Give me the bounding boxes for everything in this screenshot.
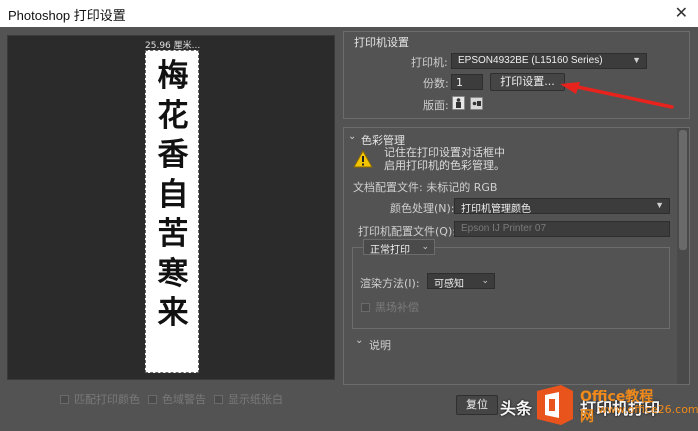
printer-label: 打印机: xyxy=(411,56,448,69)
copies-input[interactable]: 1 xyxy=(451,74,483,90)
warning-message: 记住在打印设置对话框中 启用打印机的色彩管理。 xyxy=(384,146,505,172)
close-icon[interactable]: ✕ xyxy=(675,3,688,22)
scrollbar-thumb[interactable] xyxy=(679,130,687,250)
checkbox-box[interactable] xyxy=(361,302,370,312)
office-logo-icon xyxy=(537,385,573,425)
checkbox-label: 色域警告 xyxy=(162,393,206,406)
rendering-intent-label: 渲染方法(I): xyxy=(360,277,420,290)
print-dialog: 25.96 厘米... 梅 花 香 自 苦 寒 来 匹配打印颜色 色域警告 显示… xyxy=(0,27,698,431)
warning-icon xyxy=(353,150,373,168)
checkbox-label: 黑场补偿 xyxy=(375,301,419,314)
print-mode-select[interactable]: 正常打印 ⌄ xyxy=(363,239,435,256)
chevron-down-icon: ⌄ xyxy=(481,275,489,285)
rendering-intent-value: 可感知 xyxy=(434,279,464,290)
window-title: Photoshop 打印设置 xyxy=(8,8,126,23)
color-handling-label: 颜色处理(N): xyxy=(390,202,455,215)
warning-line: 记住在打印设置对话框中 xyxy=(384,146,505,159)
rendering-intent-select[interactable]: 可感知 ⌄ xyxy=(427,273,495,290)
print-preview: 25.96 厘米... 梅 花 香 自 苦 寒 来 xyxy=(7,35,335,380)
warning-line: 启用打印机的色彩管理。 xyxy=(384,159,505,172)
calligraphy-char: 香 xyxy=(157,137,189,173)
calligraphy-char: 来 xyxy=(157,295,189,331)
chevron-down-icon: ▼ xyxy=(655,200,664,210)
document-profile: 文档配置文件: 未标记的 RGB xyxy=(353,181,498,194)
printer-profile-label: 打印机配置文件(Q): xyxy=(358,225,456,238)
calligraphy-char: 自 xyxy=(157,176,189,213)
checkbox-box[interactable] xyxy=(214,394,223,404)
color-handling-value: 打印机管理颜色 xyxy=(461,204,531,215)
reset-button[interactable]: 复位 xyxy=(456,395,498,415)
section-title: 打印机设置 xyxy=(354,36,409,49)
portrait-icon[interactable] xyxy=(452,96,465,110)
watermark-domain: www.office26.com xyxy=(598,403,698,416)
printer-select[interactable]: EPSON4932BE (L15160 Series) ▼ xyxy=(451,53,647,69)
calligraphy-text: 梅 花 香 自 苦 寒 来 xyxy=(146,57,200,334)
chevron-down-icon: ⌄ xyxy=(421,241,429,251)
calligraphy-char: 梅 xyxy=(157,58,189,94)
printer-select-value: EPSON4932BE (L15160 Series) xyxy=(458,55,603,66)
copies-label: 份数: xyxy=(423,77,449,90)
color-handling-select[interactable]: 打印机管理颜色 ▼ xyxy=(454,198,670,215)
layout-label: 版面: xyxy=(423,99,449,112)
scrollbar[interactable] xyxy=(677,128,689,384)
chevron-down-icon: ▼ xyxy=(632,55,641,65)
checkbox-label: 匹配打印颜色 xyxy=(74,393,140,406)
paper-preview: 梅 花 香 自 苦 寒 来 xyxy=(145,50,199,373)
watermark-prefix: 头条 xyxy=(500,399,533,418)
landscape-icon[interactable] xyxy=(470,97,483,110)
show-paper-white-checkbox[interactable]: 显示纸张白 xyxy=(214,391,283,407)
printer-profile-select[interactable]: Epson IJ Printer 07 xyxy=(454,221,670,237)
red-annotation-arrow xyxy=(560,82,674,109)
print-mode-value: 正常打印 xyxy=(370,245,410,256)
calligraphy-char: 花 xyxy=(157,97,189,134)
checkbox-box[interactable] xyxy=(60,394,69,404)
chevron-down-icon[interactable]: ⌄ xyxy=(355,335,363,346)
calligraphy-char: 寒 xyxy=(157,255,189,292)
color-management-section: ⌄ 色彩管理 记住在打印设置对话框中 启用打印机的色彩管理。 文档配置文件: 未… xyxy=(343,127,690,385)
title-bar: Photoshop 打印设置 ✕ xyxy=(0,0,698,27)
calligraphy-char: 苦 xyxy=(157,216,189,252)
chevron-down-icon[interactable]: ⌄ xyxy=(348,131,356,142)
print-settings-button[interactable]: 打印设置... xyxy=(490,73,565,91)
checkbox-label: 显示纸张白 xyxy=(228,393,283,406)
watermark: 头条 打印机打印 Office教程网 www.office26.com xyxy=(500,383,698,431)
black-point-compensation-checkbox[interactable]: 黑场补偿 xyxy=(361,299,419,315)
match-print-colors-checkbox[interactable]: 匹配打印颜色 xyxy=(60,391,140,407)
description-title: 说明 xyxy=(369,339,391,352)
gamut-warning-checkbox[interactable]: 色域警告 xyxy=(148,391,206,407)
printer-profile-value: Epson IJ Printer 07 xyxy=(461,223,547,234)
rendering-options-group: 正常打印 ⌄ 渲染方法(I): 可感知 ⌄ 黑场补偿 xyxy=(352,239,670,329)
checkbox-box[interactable] xyxy=(148,394,157,404)
